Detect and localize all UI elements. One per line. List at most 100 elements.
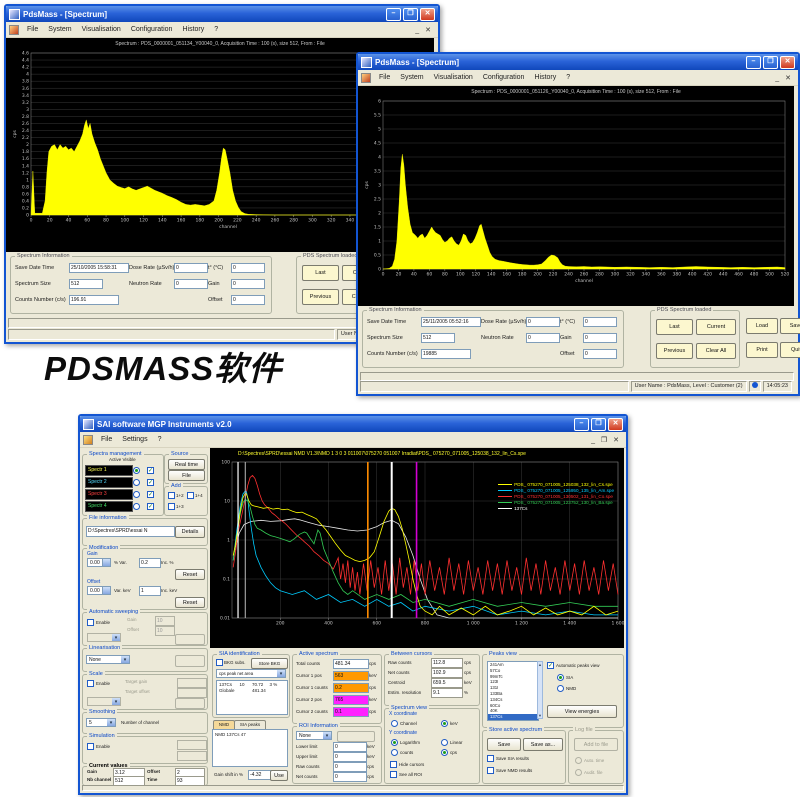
menu-configuration[interactable]: Configuration bbox=[478, 73, 530, 82]
sweeping-next-button[interactable] bbox=[175, 634, 205, 645]
current-button[interactable]: Current bbox=[696, 319, 736, 335]
smoothing-select[interactable]: 5 bbox=[86, 718, 116, 727]
hide-cursors-checkbox[interactable] bbox=[390, 761, 397, 768]
counts-number-field[interactable]: 196.91 bbox=[69, 295, 119, 305]
sweeping-period-select[interactable] bbox=[87, 633, 121, 642]
menu-system[interactable]: System bbox=[43, 25, 76, 34]
spectrum-1-visible-checkbox[interactable]: ✓ bbox=[147, 467, 154, 474]
nmd-results-box[interactable]: NMD 137Cs 47 bbox=[212, 729, 288, 767]
spectrum-4-active-radio[interactable] bbox=[133, 503, 140, 510]
save-as-button[interactable]: Save as... bbox=[523, 738, 563, 751]
gain-spinner[interactable]: 0.00 bbox=[87, 558, 111, 567]
clear-all-button[interactable]: Clear All bbox=[696, 343, 736, 359]
add-1-2-checkbox[interactable] bbox=[168, 492, 175, 499]
save-button[interactable]: Save bbox=[780, 318, 800, 334]
load-button[interactable]: Load bbox=[746, 318, 778, 334]
spectrum-4-visible-checkbox[interactable]: ✓ bbox=[147, 503, 154, 510]
dose-rate-field[interactable]: 0 bbox=[526, 317, 560, 327]
maximize-button[interactable]: ❐ bbox=[763, 56, 778, 69]
nmd-radio[interactable] bbox=[557, 685, 564, 692]
audit-file-radio[interactable] bbox=[575, 769, 582, 776]
titlebar-1[interactable]: PdsMass - [Spectrum] – ❐ ✕ bbox=[6, 6, 438, 22]
menu-configuration[interactable]: Configuration bbox=[126, 25, 178, 34]
minimize-button[interactable]: – bbox=[386, 8, 401, 21]
minimize-button[interactable]: – bbox=[746, 56, 761, 69]
gain-reset-button[interactable]: Reset bbox=[175, 569, 205, 580]
offset-field[interactable]: 0 bbox=[231, 295, 265, 305]
scale-mode-select[interactable] bbox=[87, 697, 121, 706]
temp-field[interactable]: 0 bbox=[583, 317, 617, 327]
menu-help[interactable]: ? bbox=[153, 435, 167, 444]
titlebar-2[interactable]: PdsMass - [Spectrum] – ❐ ✕ bbox=[358, 54, 798, 70]
titlebar-3[interactable]: SAI software MGP Instruments v2.0 – ❐ ✕ bbox=[80, 416, 626, 432]
maximize-button[interactable]: ❐ bbox=[591, 418, 606, 431]
sweeping-gain-field[interactable]: 10 bbox=[155, 616, 175, 626]
menu-system[interactable]: System bbox=[395, 73, 428, 82]
menu-file[interactable]: File bbox=[22, 25, 43, 34]
gain-inc-field[interactable]: 0.2 bbox=[139, 558, 161, 568]
spectrum-1-active-radio[interactable] bbox=[133, 467, 140, 474]
spectrum-3-visible-checkbox[interactable]: ✓ bbox=[147, 491, 154, 498]
close-button[interactable]: ✕ bbox=[608, 418, 623, 431]
simulation-field-2[interactable] bbox=[177, 751, 207, 761]
close-button[interactable]: ✕ bbox=[780, 56, 795, 69]
details-button[interactable]: Details bbox=[175, 526, 205, 538]
store-bkg-button[interactable]: Store BKG bbox=[251, 658, 288, 669]
counts-number-field[interactable]: 19885 bbox=[421, 349, 471, 359]
print-button[interactable]: Print bbox=[746, 342, 778, 358]
logarithm-radio[interactable] bbox=[391, 739, 398, 746]
menu-settings[interactable]: Settings bbox=[117, 435, 152, 444]
linear-radio[interactable] bbox=[441, 739, 448, 746]
temp-field[interactable]: 0 bbox=[231, 263, 265, 273]
maximize-button[interactable]: ❐ bbox=[403, 8, 418, 21]
roi-apply-button[interactable] bbox=[337, 731, 375, 742]
scale-reset-button[interactable] bbox=[175, 698, 205, 709]
view-energies-button[interactable]: View energies bbox=[547, 705, 617, 718]
last-button[interactable]: Last bbox=[302, 265, 339, 281]
counts-radio[interactable] bbox=[391, 749, 398, 756]
cps-radio[interactable] bbox=[441, 749, 448, 756]
quit-button[interactable]: Quit bbox=[780, 342, 800, 358]
dose-rate-field[interactable]: 0 bbox=[174, 263, 208, 273]
linearisation-select[interactable]: None bbox=[86, 655, 130, 664]
use-button[interactable]: Use bbox=[270, 770, 288, 781]
spectrum-3-active-radio[interactable] bbox=[133, 491, 140, 498]
previous-button[interactable]: Previous bbox=[656, 343, 693, 359]
neutron-rate-field[interactable]: 0 bbox=[526, 333, 560, 343]
menu-help[interactable]: ? bbox=[561, 73, 575, 82]
menu-file[interactable]: File bbox=[374, 73, 395, 82]
linearisation-apply-button[interactable] bbox=[175, 655, 205, 667]
spectrum-size-field[interactable]: 512 bbox=[69, 279, 103, 289]
automatic-peaks-view-checkbox[interactable]: ✓ bbox=[547, 662, 554, 669]
auto-time-radio[interactable] bbox=[575, 757, 582, 764]
add-to-file-button[interactable]: Add to file bbox=[574, 738, 618, 751]
menu-history[interactable]: History bbox=[177, 25, 209, 34]
peaks-scrollbar[interactable] bbox=[537, 661, 543, 719]
close-button[interactable]: ✕ bbox=[420, 8, 435, 21]
save-nmd-results-checkbox[interactable] bbox=[487, 767, 494, 774]
menu-file[interactable]: File bbox=[96, 435, 117, 444]
save-sia-results-checkbox[interactable] bbox=[487, 755, 494, 762]
mdi-window-controls[interactable]: _ ✕ bbox=[415, 26, 436, 34]
peak-item-selected[interactable]: 137Cs bbox=[488, 714, 538, 720]
menu-history[interactable]: History bbox=[529, 73, 561, 82]
minimize-button[interactable]: – bbox=[574, 418, 589, 431]
save-date-field[interactable]: 25/10/2005 15:58:31 bbox=[69, 263, 129, 273]
roi-select[interactable]: None bbox=[296, 731, 332, 740]
gain-field[interactable]: 0 bbox=[583, 333, 617, 343]
spectrum-size-field[interactable]: 512 bbox=[421, 333, 455, 343]
scale-enable-checkbox[interactable] bbox=[87, 680, 94, 687]
save-date-field[interactable]: 25/11/2005 05:52:16 bbox=[421, 317, 481, 327]
gain-field[interactable]: 0 bbox=[231, 279, 265, 289]
last-button[interactable]: Last bbox=[656, 319, 693, 335]
file-path-field[interactable]: D:\Spectres\SPRD\essai N bbox=[86, 526, 175, 537]
real-time-button[interactable]: Real time bbox=[168, 459, 205, 470]
channel-radio[interactable] bbox=[391, 720, 398, 727]
sia-results-list[interactable]: 137Cs 10 70.72 3 % Globale 481.34 bbox=[216, 680, 288, 715]
sia-radio[interactable] bbox=[557, 674, 564, 681]
target-gain-field[interactable] bbox=[177, 678, 207, 688]
spectrum-2-active-radio[interactable] bbox=[133, 479, 140, 486]
kev-radio[interactable] bbox=[441, 720, 448, 727]
add-1-3-checkbox[interactable] bbox=[168, 503, 175, 510]
previous-button[interactable]: Previous bbox=[302, 289, 339, 305]
